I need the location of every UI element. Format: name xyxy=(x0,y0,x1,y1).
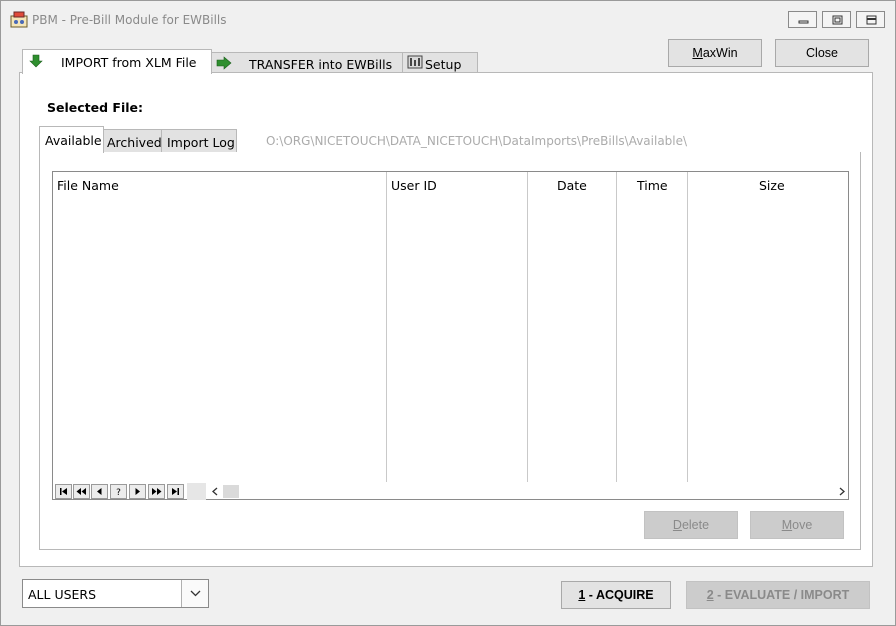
restore-button[interactable] xyxy=(822,11,851,28)
acquire-label: - ACQUIRE xyxy=(585,588,654,602)
user-filter-select[interactable]: ALL USERS xyxy=(22,579,209,608)
app-window: PBM - Pre-Bill Module for EWBills IMPORT… xyxy=(0,0,896,626)
file-grid[interactable]: File Name User ID Date Time Size ? xyxy=(52,171,849,500)
move-label: ove xyxy=(792,518,813,532)
tab-setup-label: Setup xyxy=(425,57,462,72)
prev-record-icon xyxy=(97,488,102,495)
minimize-icon xyxy=(798,20,809,24)
acquire-button[interactable]: 1 - ACQUIRE xyxy=(561,581,671,609)
evaluate-import-button[interactable]: 2 - EVALUATE / IMPORT xyxy=(686,581,870,609)
tab-transfer-label: TRANSFER into EWBills xyxy=(249,57,393,72)
fast-forward-icon xyxy=(152,488,162,495)
tab-import-xlm[interactable]: IMPORT from XLM File xyxy=(22,49,212,74)
column-header-user-id[interactable]: User ID xyxy=(391,172,437,201)
window-title: PBM - Pre-Bill Module for EWBills xyxy=(32,13,227,27)
last-record-icon xyxy=(172,488,179,495)
tab-transfer-ewbills[interactable]: TRANSFER into EWBills xyxy=(211,52,403,73)
settings-grid-icon xyxy=(407,55,423,69)
tab-archived-label: Archived xyxy=(107,135,162,150)
horizontal-scrollbar-thumb[interactable] xyxy=(223,485,239,498)
tab-import-log[interactable]: Import Log xyxy=(161,129,237,152)
tab-available-label: Available xyxy=(45,133,102,148)
column-header-date[interactable]: Date xyxy=(557,172,587,201)
folder-path: O:\ORG\NICETOUCH\DATA_NICETOUCH\DataImpo… xyxy=(266,134,688,148)
green-down-arrow-icon xyxy=(29,54,43,68)
nav-first-button[interactable] xyxy=(55,484,72,499)
delete-button[interactable]: Delete xyxy=(644,511,738,539)
column-divider xyxy=(386,172,387,482)
maxwin-mnemonic: M xyxy=(692,46,703,60)
column-header-file-name[interactable]: File Name xyxy=(57,172,119,201)
close-label: Close xyxy=(806,46,838,60)
column-header-time[interactable]: Time xyxy=(637,172,668,201)
tab-archived[interactable]: Archived xyxy=(103,129,162,152)
nav-next-button[interactable] xyxy=(129,484,146,499)
user-filter-value: ALL USERS xyxy=(28,587,97,602)
restore-icon xyxy=(832,15,843,25)
svg-text:?: ? xyxy=(116,488,121,498)
grid-navigation-bar: ? xyxy=(53,482,848,500)
rewind-icon xyxy=(76,488,86,495)
delete-label: elete xyxy=(681,518,710,532)
tab-import-label: IMPORT from XLM File xyxy=(61,55,197,70)
column-divider xyxy=(687,172,688,482)
nav-help-button[interactable]: ? xyxy=(110,484,127,499)
next-record-icon xyxy=(135,488,140,495)
column-divider xyxy=(616,172,617,482)
chevron-down-icon xyxy=(190,590,201,597)
nav-last-button[interactable] xyxy=(167,484,184,499)
selected-file-label: Selected File: xyxy=(47,100,143,115)
tab-import-log-label: Import Log xyxy=(167,135,235,150)
move-mnemonic: M xyxy=(781,518,793,532)
close-button[interactable]: Close xyxy=(775,39,869,67)
evaluate-mnemonic: 2 xyxy=(706,588,714,602)
evaluate-label: - EVALUATE / IMPORT xyxy=(713,588,850,602)
window-close-button[interactable] xyxy=(856,11,885,28)
green-right-arrow-icon xyxy=(216,56,232,70)
move-button[interactable]: Move xyxy=(750,511,844,539)
tab-setup[interactable]: Setup xyxy=(402,52,478,73)
close-icon xyxy=(866,15,877,25)
user-filter-dropdown-button[interactable] xyxy=(181,580,208,607)
nav-prev-button[interactable] xyxy=(91,484,108,499)
maxwin-label: axWin xyxy=(702,46,738,60)
column-divider xyxy=(527,172,528,482)
title-bar[interactable]: PBM - Pre-Bill Module for EWBills xyxy=(1,1,895,39)
nav-filler xyxy=(187,483,206,500)
delete-mnemonic: D xyxy=(672,518,682,532)
column-header-size[interactable]: Size xyxy=(759,172,785,201)
nav-next-page-button[interactable] xyxy=(148,484,165,499)
app-icon xyxy=(10,11,28,28)
scroll-left-icon[interactable] xyxy=(209,485,221,498)
tab-available[interactable]: Available xyxy=(39,126,104,153)
nav-prev-page-button[interactable] xyxy=(73,484,90,499)
scroll-right-icon[interactable] xyxy=(836,485,848,498)
first-record-icon xyxy=(60,488,67,495)
minimize-button[interactable] xyxy=(788,11,817,28)
question-icon: ? xyxy=(116,488,121,498)
maxwin-button[interactable]: MaxWin xyxy=(668,39,762,67)
